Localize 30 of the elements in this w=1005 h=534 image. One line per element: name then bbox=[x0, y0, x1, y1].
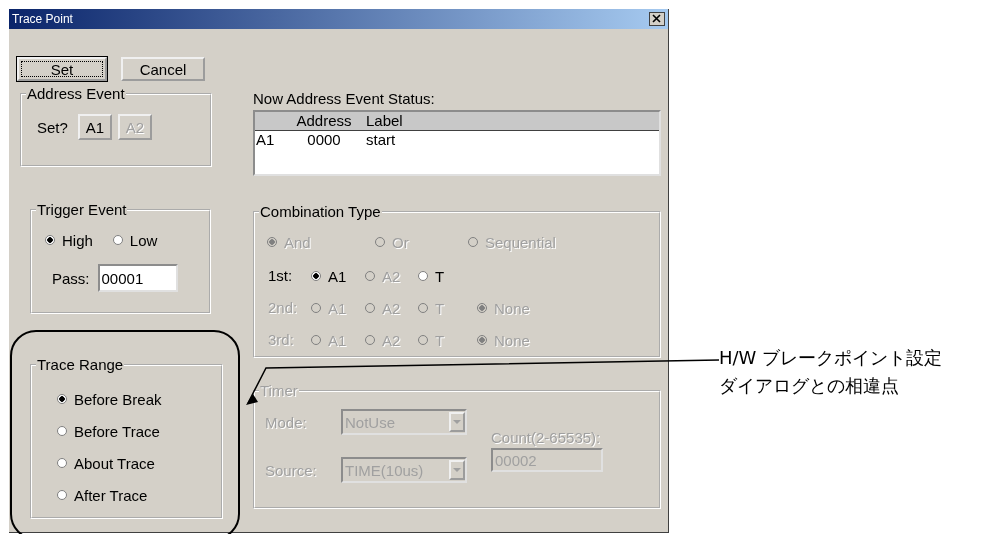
dialog-button[interactable]: Cancel bbox=[121, 57, 205, 81]
slot-label: 1st: bbox=[268, 266, 293, 286]
caret-icon bbox=[453, 467, 461, 473]
radio-option[interactable]: After Trace bbox=[57, 485, 211, 505]
radio-option[interactable]: High bbox=[45, 230, 93, 250]
group-title: Address Event bbox=[26, 85, 126, 102]
radio-option[interactable]: Before Break bbox=[57, 389, 211, 409]
list-cell-text: start bbox=[365, 131, 396, 148]
radio-option[interactable]: A1 bbox=[311, 266, 347, 286]
radio-option[interactable]: Before Trace bbox=[57, 421, 211, 441]
pass-label: Pass: bbox=[52, 269, 90, 287]
group-title: Combination Type bbox=[259, 203, 382, 220]
radio-option[interactable]: Low bbox=[112, 230, 158, 250]
event-button[interactable]: A1 bbox=[77, 114, 112, 140]
dialog-button[interactable]: Set bbox=[17, 57, 107, 81]
list-cell-text: A1 bbox=[255, 131, 276, 148]
caret-icon bbox=[453, 419, 461, 425]
column-header: Address bbox=[295, 112, 353, 130]
radio-option[interactable]: About Trace bbox=[57, 453, 211, 473]
window-title: Trace Point bbox=[12, 12, 73, 26]
set-prompt: Set? bbox=[37, 118, 68, 136]
radio-option[interactable]: T bbox=[418, 266, 445, 286]
group-title: Trigger Event bbox=[36, 201, 128, 218]
pass-field[interactable]: 00001 bbox=[97, 264, 178, 292]
group-title: Trace Range bbox=[36, 356, 125, 373]
close-icon[interactable] bbox=[649, 12, 665, 26]
callout-text: H/W ブレークポイント設定 ダイアログとの相違点 bbox=[719, 346, 943, 398]
list-cell-text: 0000 bbox=[306, 131, 342, 148]
column-header: Label bbox=[365, 112, 403, 130]
status-label: Now Address Event Status: bbox=[253, 90, 436, 109]
